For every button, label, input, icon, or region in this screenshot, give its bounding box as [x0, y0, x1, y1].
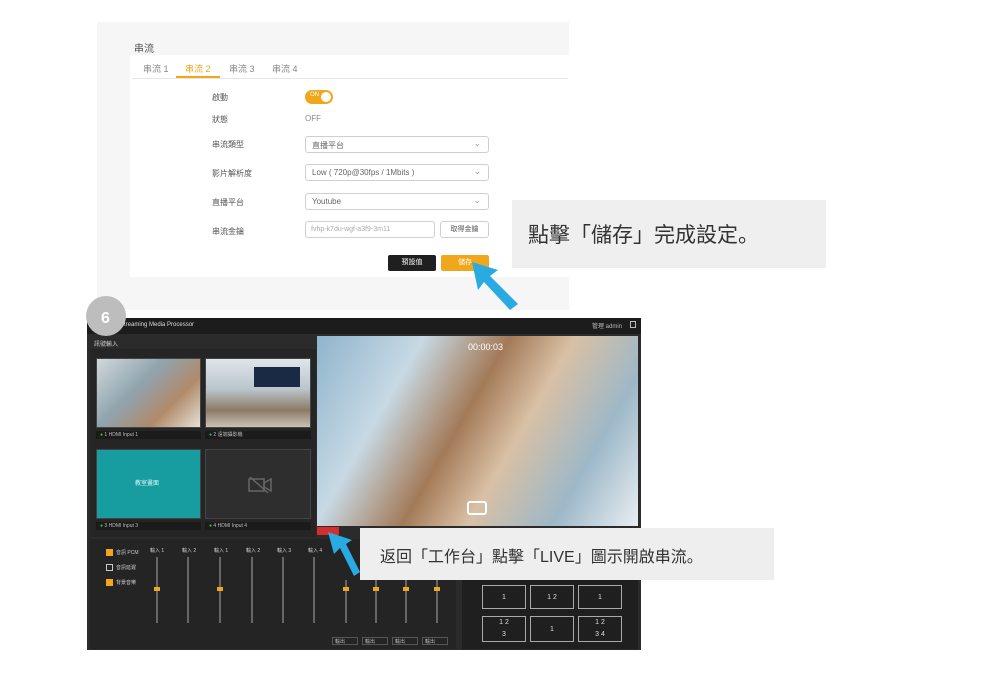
fader-knob[interactable]	[403, 587, 409, 591]
fader-label: 輸入 2	[246, 548, 261, 554]
layout-triple[interactable]: 1 23	[482, 616, 526, 642]
fader-label: 輸入 4	[308, 548, 323, 554]
output-select[interactable]: 輸出	[362, 637, 388, 645]
toggle-on-text: ON	[310, 92, 319, 98]
room-screen	[254, 367, 300, 387]
fader-knob[interactable]	[154, 587, 160, 591]
fader-knob[interactable]	[373, 587, 379, 591]
section-title: 串流	[134, 44, 154, 55]
checkbox-delay[interactable]: 音訊延遲	[106, 564, 136, 572]
source-select-4[interactable]: ● 4 HDMI Input 4	[205, 522, 311, 530]
fader-label: 輸入 1	[214, 548, 229, 554]
layout-pip[interactable]: 1 2	[530, 585, 574, 609]
fader-track	[282, 557, 284, 623]
user-menu[interactable]: 管理 admin	[592, 321, 622, 330]
status-label: 狀態	[212, 115, 228, 124]
source-thumbnail-3[interactable]: 教室畫面	[96, 449, 201, 519]
camera-icon	[467, 501, 487, 515]
fader-track	[251, 557, 253, 623]
stream-type-value: 直播平台	[312, 141, 344, 150]
callout-live: 返回「工作台」點擊「LIVE」圖示開啟串流。	[360, 528, 774, 580]
logout-icon[interactable]	[630, 321, 636, 328]
app-title: Streaming Media Processor	[120, 322, 195, 328]
output-select[interactable]: 輸出	[422, 637, 448, 645]
output-select[interactable]: 輸出	[392, 637, 418, 645]
fader-knob[interactable]	[434, 587, 440, 591]
checkbox-pcm[interactable]: 音訊 PCM	[106, 549, 139, 557]
tab-stream-4[interactable]: 串流 4	[272, 62, 298, 75]
source-thumbnail-4[interactable]	[205, 449, 311, 519]
fader-track	[313, 557, 315, 623]
step-badge: 6	[86, 296, 126, 336]
chevron-down-icon: ⌄	[473, 166, 481, 176]
tab-divider	[132, 78, 568, 79]
stream-key-label: 串流金鑰	[212, 227, 244, 236]
camera-off-icon	[248, 476, 272, 494]
sources-label: 訊號輸入	[94, 342, 119, 348]
tab-stream-1[interactable]: 串流 1	[143, 62, 169, 75]
source-select-1[interactable]: ● 1 HDMI Input 1	[96, 431, 201, 439]
video-quality-label: 影片解析度	[212, 169, 252, 178]
timecode: 00:00:03	[468, 342, 504, 352]
thumb-caption: 教室畫面	[135, 481, 160, 487]
video-quality-value: Low ( 720p@30fps / 1Mbits )	[312, 168, 415, 177]
enable-toggle[interactable]: ON	[305, 90, 333, 104]
output-select[interactable]: 輸出	[332, 637, 358, 645]
platform-value: Youtube	[312, 197, 342, 206]
toggle-knob	[321, 92, 331, 102]
fader-label: 輸入 2	[182, 548, 197, 554]
status-value: OFF	[305, 114, 321, 123]
fader-knob[interactable]	[217, 587, 223, 591]
callout-save: 點擊「儲存」完成設定。	[512, 200, 826, 268]
layout-quad[interactable]: 1 23 4	[578, 616, 622, 642]
source-select-3[interactable]: ● 3 HDMI Input 3	[96, 522, 201, 530]
layout-split[interactable]: 1	[578, 585, 622, 609]
checkbox-bgm[interactable]: 背景音樂	[106, 579, 136, 587]
stream-type-label: 串流類型	[212, 140, 244, 149]
source-thumbnail-2[interactable]	[205, 358, 311, 428]
defaults-button[interactable]: 預設值	[388, 255, 436, 271]
chevron-down-icon: ⌄	[473, 195, 481, 205]
stream-type-select[interactable]: 直播平台 ⌄	[305, 136, 489, 153]
fader-knob[interactable]	[343, 587, 349, 591]
step-number: 6	[101, 310, 110, 327]
pointer-arrow-icon	[472, 262, 518, 310]
enable-label: 啟動	[212, 93, 228, 102]
program-preview	[317, 336, 638, 526]
platform-select[interactable]: Youtube ⌄	[305, 193, 489, 210]
source-thumbnail-1[interactable]	[96, 358, 201, 428]
tab-stream-3[interactable]: 串流 3	[229, 62, 255, 75]
fader-track	[187, 557, 189, 623]
platform-label: 直播平台	[212, 198, 244, 207]
pointer-arrow-icon	[328, 532, 360, 576]
fader-label: 輸入 1	[150, 548, 165, 554]
source-select-2[interactable]: ● 2 遠端攝影機	[205, 431, 311, 439]
layout-single[interactable]: 1	[482, 585, 526, 609]
video-quality-select[interactable]: Low ( 720p@30fps / 1Mbits ) ⌄	[305, 164, 489, 181]
stream-key-input[interactable]: fvhp-k7du-wgf-a3f9-3m11	[305, 221, 435, 238]
get-key-button[interactable]: 取得金鑰	[440, 221, 489, 238]
chevron-down-icon: ⌄	[473, 138, 481, 148]
fader-label: 輸入 3	[277, 548, 292, 554]
tab-stream-2[interactable]: 串流 2	[185, 62, 211, 75]
layout-main-side[interactable]: 1	[530, 616, 574, 642]
